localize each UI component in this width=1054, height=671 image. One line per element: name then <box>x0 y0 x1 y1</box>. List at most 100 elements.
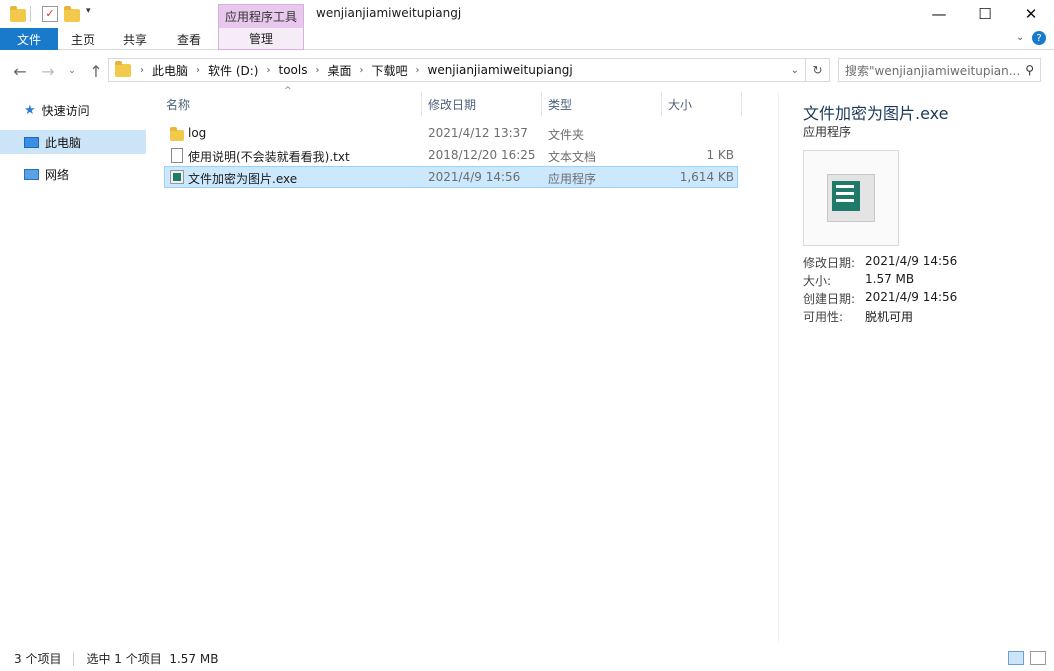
file-type: 应用程序 <box>548 172 597 186</box>
tab-file[interactable]: 文件 <box>0 28 58 50</box>
title-bar: ✓ ▾ 应用程序工具 wenjianjiamiweitupiangj — ☐ ✕ <box>0 0 1054 28</box>
window-title: wenjianjiamiweitupiangj <box>316 6 462 20</box>
ribbon-tabs: 文件 主页 共享 查看 管理 ⌄ ? <box>0 28 1054 50</box>
nav-item-quick-access[interactable]: ★ 快速访问 <box>0 98 146 122</box>
preview-subtitle: 应用程序 <box>803 125 852 139</box>
forward-icon[interactable]: → <box>38 61 58 81</box>
address-dropdown-icon[interactable]: ⌄ <box>791 65 799 76</box>
file-size: 1,614 KB <box>679 170 734 184</box>
tab-manage[interactable]: 管理 <box>218 28 304 50</box>
tab-share[interactable]: 共享 <box>110 28 160 50</box>
back-icon[interactable]: ← <box>10 61 30 81</box>
refresh-button[interactable]: ↻ <box>806 58 830 82</box>
details-view-icon[interactable] <box>1008 651 1024 665</box>
chevron-right-icon[interactable]: › <box>193 65 203 76</box>
column-header-label: 名称 <box>166 97 191 112</box>
file-date: 2018/12/20 16:25 <box>428 148 536 162</box>
folder-icon <box>170 127 184 141</box>
property-value: 2021/4/9 14:56 <box>865 254 958 268</box>
properties-icon[interactable]: ✓ <box>42 6 58 22</box>
breadcrumb-item[interactable]: 桌面 <box>322 62 356 79</box>
recent-locations-icon[interactable]: ⌄ <box>62 61 82 81</box>
property-label: 创建日期: <box>803 292 856 306</box>
file-date: 2021/4/9 14:56 <box>428 170 521 184</box>
chevron-right-icon[interactable]: › <box>312 65 322 76</box>
large-icons-view-icon[interactable] <box>1030 651 1046 665</box>
tab-view[interactable]: 查看 <box>164 28 214 50</box>
minimize-button[interactable]: — <box>916 0 962 28</box>
chevron-right-icon: › <box>140 64 144 76</box>
computer-icon <box>24 136 39 148</box>
nav-item-this-pc[interactable]: 此电脑 <box>0 130 146 154</box>
nav-item-label: 快速访问 <box>41 103 90 118</box>
file-row-log[interactable]: log 2021/4/12 13:37 文件夹 <box>164 123 738 145</box>
breadcrumb-item[interactable]: 下载吧 <box>366 62 412 79</box>
breadcrumb-item[interactable]: tools <box>273 63 312 77</box>
file-name: 使用说明(不会装就看看我).txt <box>188 150 350 164</box>
breadcrumb-item[interactable]: 此电脑 <box>147 62 193 79</box>
property-row: 大小: 1.57 MB <box>803 272 914 290</box>
column-header-label: 类型 <box>548 97 573 112</box>
address-bar[interactable]: › 此电脑 › 软件 (D:) › tools › 桌面 › 下载吧 › wen… <box>108 58 806 82</box>
navigation-pane: ★ 快速访问 此电脑 网络 <box>0 92 150 642</box>
chevron-right-icon[interactable]: › <box>263 65 273 76</box>
property-row: 修改日期: 2021/4/9 14:56 <box>803 254 957 272</box>
search-placeholder: 搜索"wenjianjiamiweitupian... <box>845 63 1021 78</box>
column-header-name[interactable]: 名称 <box>160 92 422 116</box>
breadcrumb-item[interactable]: 软件 (D:) <box>203 62 263 79</box>
file-date: 2021/4/12 13:37 <box>428 126 528 140</box>
nav-item-label: 网络 <box>45 167 70 182</box>
file-type: 文本文档 <box>548 150 597 164</box>
item-count: 3 个项目 <box>14 652 62 666</box>
folder-icon <box>10 6 26 22</box>
property-row: 可用性: 脱机可用 <box>803 308 913 326</box>
up-icon[interactable]: ↑ <box>86 61 106 81</box>
star-icon: ★ <box>24 102 36 118</box>
file-row-readme[interactable]: 使用说明(不会装就看看我).txt 2018/12/20 16:25 文本文档 … <box>164 145 738 167</box>
file-size: 1 KB <box>706 148 734 162</box>
maximize-button[interactable]: ☐ <box>962 0 1008 28</box>
search-input[interactable]: 搜索"wenjianjiamiweitupian... ⚲ <box>838 58 1041 82</box>
close-button[interactable]: ✕ <box>1008 0 1054 28</box>
quick-access-dropdown-icon[interactable]: ▾ <box>86 6 91 16</box>
divider <box>30 6 31 22</box>
exe-icon <box>827 174 875 222</box>
file-name: 文件加密为图片.exe <box>188 172 298 186</box>
column-header-size[interactable]: 大小 <box>662 92 742 116</box>
column-header-date[interactable]: 修改日期 <box>422 92 542 116</box>
chevron-right-icon[interactable]: › <box>356 65 366 76</box>
property-label: 修改日期: <box>803 256 856 270</box>
status-bar: 3 个项目 选中 1 个项目 1.57 MB <box>0 646 1054 671</box>
folder-icon <box>115 61 131 78</box>
column-header-label: 修改日期 <box>428 97 477 112</box>
details-pane: 文件加密为图片.exe 应用程序 修改日期: 2021/4/9 14:56 大小… <box>778 92 1054 642</box>
breadcrumb-item[interactable]: wenjianjiamiweitupiangj <box>423 63 578 77</box>
column-header-type[interactable]: 类型 <box>542 92 662 116</box>
nav-item-label: 此电脑 <box>45 135 82 150</box>
file-type: 文件夹 <box>548 128 585 142</box>
text-file-icon <box>171 148 183 163</box>
chevron-right-icon[interactable]: › <box>413 65 423 76</box>
property-value: 2021/4/9 14:56 <box>865 290 958 304</box>
property-label: 大小: <box>803 274 832 288</box>
divider <box>73 651 75 666</box>
property-label: 可用性: <box>803 310 844 324</box>
property-value: 1.57 MB <box>865 272 915 286</box>
help-icon[interactable]: ? <box>1032 31 1046 45</box>
file-row-exe[interactable]: 文件加密为图片.exe 2021/4/9 14:56 应用程序 1,614 KB <box>164 166 738 188</box>
search-icon: ⚲ <box>1025 63 1034 77</box>
new-folder-icon[interactable] <box>64 6 80 22</box>
ribbon-expand-icon[interactable]: ⌄ <box>1016 32 1024 43</box>
exe-icon <box>170 170 184 184</box>
preview-title: 文件加密为图片.exe <box>803 104 949 123</box>
tab-home[interactable]: 主页 <box>58 28 108 50</box>
column-header-label: 大小 <box>668 97 693 112</box>
address-row: ← → ⌄ ↑ › 此电脑 › 软件 (D:) › tools › 桌面 › 下… <box>0 56 1054 86</box>
preview-thumbnail <box>803 150 899 246</box>
nav-item-network[interactable]: 网络 <box>0 162 146 186</box>
property-row: 创建日期: 2021/4/9 14:56 <box>803 290 957 308</box>
file-name: log <box>188 126 207 140</box>
context-tab-group: 应用程序工具 <box>218 4 304 28</box>
network-icon <box>24 168 39 180</box>
property-value: 脱机可用 <box>865 310 914 324</box>
